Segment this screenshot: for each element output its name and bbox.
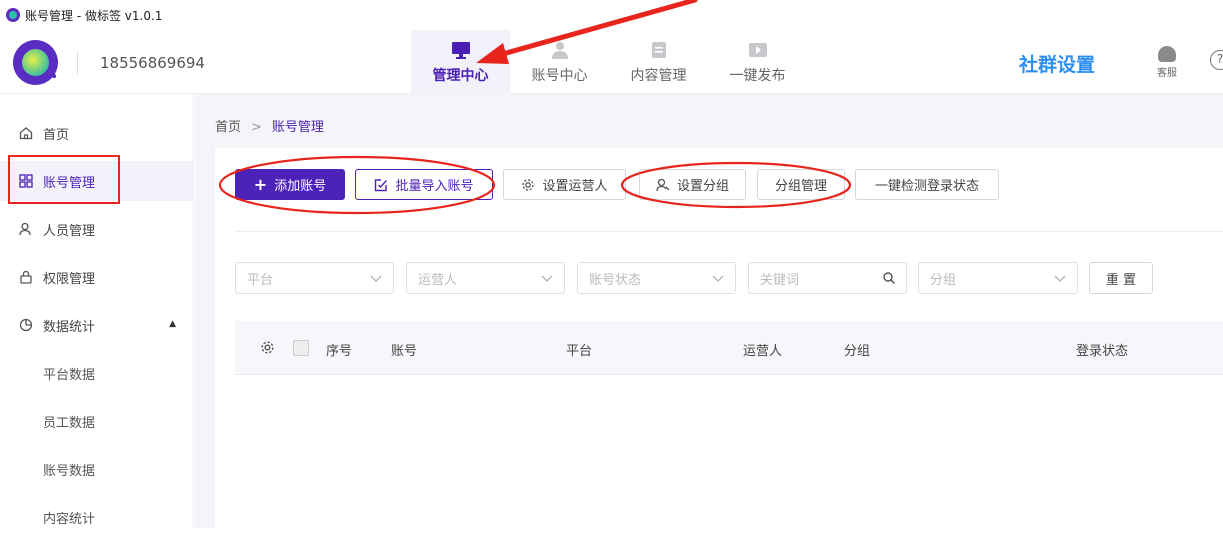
input-placeholder: 关键词 [760, 272, 800, 288]
plus-icon: + [253, 175, 268, 194]
nav-label: 内容管理 [630, 67, 687, 84]
platform-select[interactable]: 平台 [235, 262, 394, 294]
sidebar-item-label: 权限管理 [43, 271, 96, 287]
play-icon [748, 40, 768, 60]
button-label: 设置分组 [676, 179, 729, 194]
nav-content-management[interactable]: 内容管理 [609, 30, 708, 94]
community-settings-link[interactable]: 社群设置 [1019, 50, 1095, 77]
button-label: 添加账号 [274, 179, 327, 194]
table-header: 序号 账号 平台 运营人 分组 登录状态 [235, 321, 1223, 375]
select-placeholder: 账号状态 [589, 272, 642, 288]
pie-icon [19, 318, 33, 332]
headset-icon [1158, 46, 1176, 62]
column-header: 分组 [844, 344, 871, 359]
column-header: 平台 [566, 344, 593, 359]
home-icon [19, 126, 33, 140]
nav-one-click-publish[interactable]: 一键发布 [708, 30, 807, 94]
header-divider [77, 52, 78, 74]
breadcrumb-home[interactable]: 首页 [215, 120, 241, 135]
nav-label: 一键发布 [729, 67, 786, 84]
sidebar-item-label: 员工数据 [43, 415, 96, 431]
service-label: 客服 [1157, 68, 1177, 79]
window-titlebar: 账号管理 - 做标签 v1.0.1 [0, 0, 1223, 30]
check-login-status-button[interactable]: 一键检测登录状态 [855, 169, 999, 200]
gear-icon [521, 178, 535, 192]
column-header: 账号 [391, 344, 418, 359]
set-operator-button[interactable]: 设置运营人 [503, 169, 626, 200]
sidebar-item-label: 人员管理 [43, 223, 96, 239]
divider [235, 231, 1223, 232]
select-all-checkbox[interactable] [293, 340, 309, 356]
monitor-icon [451, 40, 471, 60]
logo[interactable] [13, 40, 58, 85]
button-label: 分组管理 [774, 179, 827, 194]
batch-import-button[interactable]: 批量导入账号 [355, 169, 493, 200]
column-settings-icon[interactable] [260, 340, 275, 359]
sidebar-item-platform-data[interactable]: 平台数据 [0, 353, 194, 393]
app-icon [6, 8, 20, 22]
sidebar-item-label: 数据统计 [43, 319, 96, 335]
chevron-down-icon [370, 275, 382, 282]
help-icon[interactable]: ? [1210, 50, 1223, 70]
account-panel: + 添加账号 批量导入账号 设置运营人 设置分组 分组管理 一键检测登录状态 平… [215, 148, 1223, 528]
sidebar-item-label: 首页 [43, 127, 70, 143]
button-label: 设置运营人 [542, 179, 608, 194]
select-placeholder: 分组 [930, 272, 957, 288]
sidebar-item-label: 内容统计 [43, 511, 96, 527]
window-title: 账号管理 - 做标签 v1.0.1 [25, 8, 163, 23]
select-placeholder: 运营人 [418, 272, 458, 288]
annotation-box [8, 155, 120, 204]
person-icon [19, 222, 33, 236]
select-placeholder: 平台 [247, 272, 274, 288]
sidebar-item-account-data[interactable]: 账号数据 [0, 449, 194, 489]
button-label: 批量导入账号 [395, 179, 474, 194]
sidebar-item-home[interactable]: 首页 [0, 113, 194, 153]
search-icon[interactable] [882, 271, 896, 285]
import-icon [374, 178, 388, 192]
sidebar-item-people-management[interactable]: 人员管理 [0, 209, 194, 249]
reset-button[interactable]: 重 置 [1089, 262, 1153, 294]
chevron-up-icon[interactable]: ▲ [169, 319, 176, 329]
operator-select[interactable]: 运营人 [406, 262, 565, 294]
top-nav: 管理中心 账号中心 内容管理 一键发布 [411, 30, 807, 94]
chevron-down-icon [712, 275, 724, 282]
column-header: 登录状态 [1076, 344, 1129, 359]
user-icon [551, 40, 569, 60]
user-phone: 18556869694 [100, 54, 205, 72]
column-header: 序号 [326, 344, 353, 359]
breadcrumb-current: 账号管理 [271, 120, 324, 135]
add-account-button[interactable]: + 添加账号 [235, 169, 345, 200]
group-management-button[interactable]: 分组管理 [757, 169, 845, 200]
breadcrumb-separator: > [251, 120, 262, 135]
keyword-search-input[interactable]: 关键词 [748, 262, 907, 294]
nav-label: 账号中心 [531, 67, 588, 84]
lock-icon [19, 270, 33, 284]
sidebar-item-employee-data[interactable]: 员工数据 [0, 401, 194, 441]
sidebar-item-permission-management[interactable]: 权限管理 [0, 257, 194, 297]
set-group-button[interactable]: 设置分组 [639, 169, 746, 200]
button-label: 一键检测登录状态 [874, 179, 979, 194]
button-label: 重 置 [1105, 272, 1137, 288]
sidebar-item-label: 平台数据 [43, 367, 96, 383]
main-content: 首页 > 账号管理 + 添加账号 批量导入账号 设置运营人 设置分组 分组管理 … [195, 94, 1223, 528]
chevron-down-icon [1054, 275, 1066, 282]
nav-account-center[interactable]: 账号中心 [510, 30, 609, 94]
nav-label: 管理中心 [432, 67, 489, 84]
group-select[interactable]: 分组 [918, 262, 1078, 294]
app-header: 18556869694 管理中心 账号中心 内容管理 一键发布 社群设置 客服 … [0, 30, 1223, 94]
breadcrumb: 首页 > 账号管理 [215, 116, 324, 135]
sidebar-item-content-statistics[interactable]: 内容统计 [0, 497, 194, 537]
sidebar-item-label: 账号数据 [43, 463, 96, 479]
chevron-down-icon [541, 275, 553, 282]
users-icon [656, 178, 670, 192]
document-icon [651, 40, 667, 60]
account-status-select[interactable]: 账号状态 [577, 262, 736, 294]
sidebar-item-data-statistics[interactable]: 数据统计 ▲ [0, 305, 194, 345]
nav-management-center[interactable]: 管理中心 [411, 30, 510, 94]
column-header: 运营人 [743, 344, 783, 359]
customer-service-button[interactable]: 客服 [1151, 46, 1183, 79]
